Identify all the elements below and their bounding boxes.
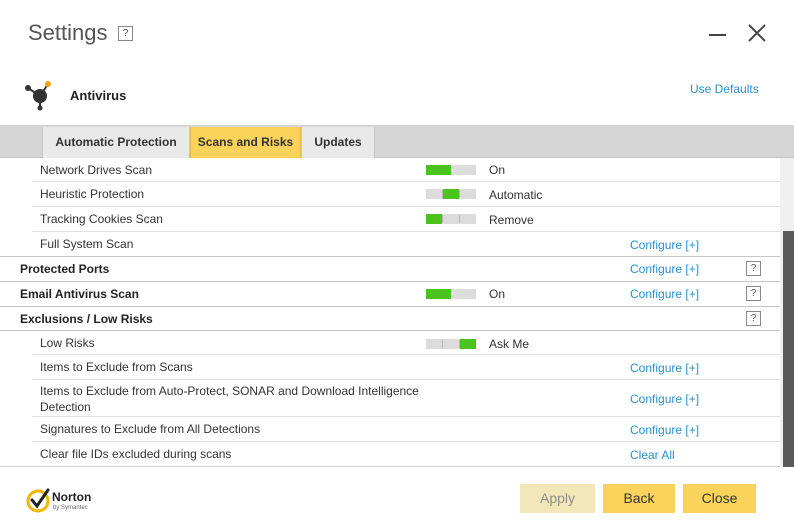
settings-list: Network Drives Scan On Heuristic Protect… [0, 158, 780, 467]
close-icon[interactable] [746, 22, 768, 44]
scrollbar-thumb[interactable] [783, 231, 794, 467]
back-button[interactable]: Back [603, 484, 675, 513]
protected-ports-configure-link[interactable]: Configure [+] [630, 262, 699, 276]
network-drives-scan-label: Network Drives Scan [40, 163, 153, 177]
email-antivirus-scan-toggle[interactable] [426, 289, 476, 299]
norton-brand: Norton [52, 490, 92, 504]
heuristic-protection-slider[interactable] [426, 189, 476, 199]
norton-logo-icon [26, 486, 52, 514]
network-drives-scan-toggle[interactable] [426, 165, 476, 175]
apply-button[interactable]: Apply [520, 484, 595, 513]
tracking-cookies-scan-slider[interactable] [426, 214, 476, 224]
email-antivirus-scan-help-icon[interactable]: ? [746, 286, 761, 301]
norton-brand-sub: by Symantec [53, 505, 88, 511]
tab-updates[interactable]: Updates [301, 127, 375, 158]
tab-scans-and-risks[interactable]: Scans and Risks [190, 127, 301, 158]
use-defaults-link[interactable]: Use Defaults [690, 82, 759, 96]
email-antivirus-scan-configure-link[interactable]: Configure [+] [630, 287, 699, 301]
exclusions-help-icon[interactable]: ? [746, 311, 761, 326]
clear-all-link[interactable]: Clear All [630, 448, 675, 462]
protected-ports-label: Protected Ports [20, 262, 110, 276]
email-antivirus-scan-row: Email Antivirus Scan On Configure [+] ? [0, 281, 780, 306]
full-system-scan-configure-link[interactable]: Configure [+] [630, 238, 699, 252]
list-item: Full System Scan Configure [+] [0, 232, 780, 256]
exclusions-low-risks-label: Exclusions / Low Risks [20, 312, 153, 326]
signatures-exclude-configure-link[interactable]: Configure [+] [630, 423, 699, 437]
list-item: Signatures to Exclude from All Detection… [0, 417, 780, 442]
email-antivirus-scan-label: Email Antivirus Scan [20, 287, 139, 301]
list-item: Clear file IDs excluded during scans Cle… [0, 442, 780, 466]
items-exclude-scans-configure-link[interactable]: Configure [+] [630, 361, 699, 375]
antivirus-icon [22, 76, 58, 112]
low-risks-slider[interactable] [426, 339, 476, 349]
clear-file-ids-label: Clear file IDs excluded during scans [40, 447, 232, 461]
heuristic-protection-value: Automatic [489, 188, 543, 202]
items-exclude-autoprotect-label: Items to Exclude from Auto-Protect, SONA… [40, 384, 419, 398]
list-item: Tracking Cookies Scan Remove [0, 207, 780, 232]
list-item: Items to Exclude from Auto-Protect, SONA… [0, 380, 780, 417]
list-item: Network Drives Scan On [0, 158, 780, 182]
tab-automatic-protection[interactable]: Automatic Protection [42, 127, 190, 158]
title-help-icon[interactable]: ? [118, 26, 133, 41]
low-risks-label: Low Risks [40, 336, 95, 350]
minimize-icon[interactable] [707, 22, 729, 44]
items-exclude-scans-label: Items to Exclude from Scans [40, 360, 193, 374]
list-item: Low Risks Ask Me [0, 331, 780, 355]
network-drives-scan-value: On [489, 163, 506, 177]
full-system-scan-label: Full System Scan [40, 237, 134, 251]
exclusions-row: Exclusions / Low Risks ? [0, 306, 780, 331]
tracking-cookies-scan-value: Remove [489, 213, 534, 227]
items-exclude-autoprotect-configure-link[interactable]: Configure [+] [630, 392, 699, 406]
tracking-cookies-scan-label: Tracking Cookies Scan [40, 212, 163, 226]
close-button[interactable]: Close [683, 484, 756, 513]
antivirus-title: Antivirus [70, 88, 127, 103]
protected-ports-row: Protected Ports Configure [+] ? [0, 256, 780, 281]
items-exclude-autoprotect-label-cont: Detection [40, 400, 91, 414]
signatures-exclude-label: Signatures to Exclude from All Detection… [40, 422, 261, 436]
title-bar: Settings ? [0, 0, 794, 68]
email-antivirus-scan-value: On [489, 287, 506, 301]
list-item: Heuristic Protection Automatic [0, 182, 780, 207]
protected-ports-help-icon[interactable]: ? [746, 261, 761, 276]
heuristic-protection-label: Heuristic Protection [40, 187, 145, 201]
list-item: Items to Exclude from Scans Configure [+… [0, 355, 780, 380]
low-risks-value: Ask Me [489, 337, 530, 351]
window-title: Settings [28, 20, 108, 45]
